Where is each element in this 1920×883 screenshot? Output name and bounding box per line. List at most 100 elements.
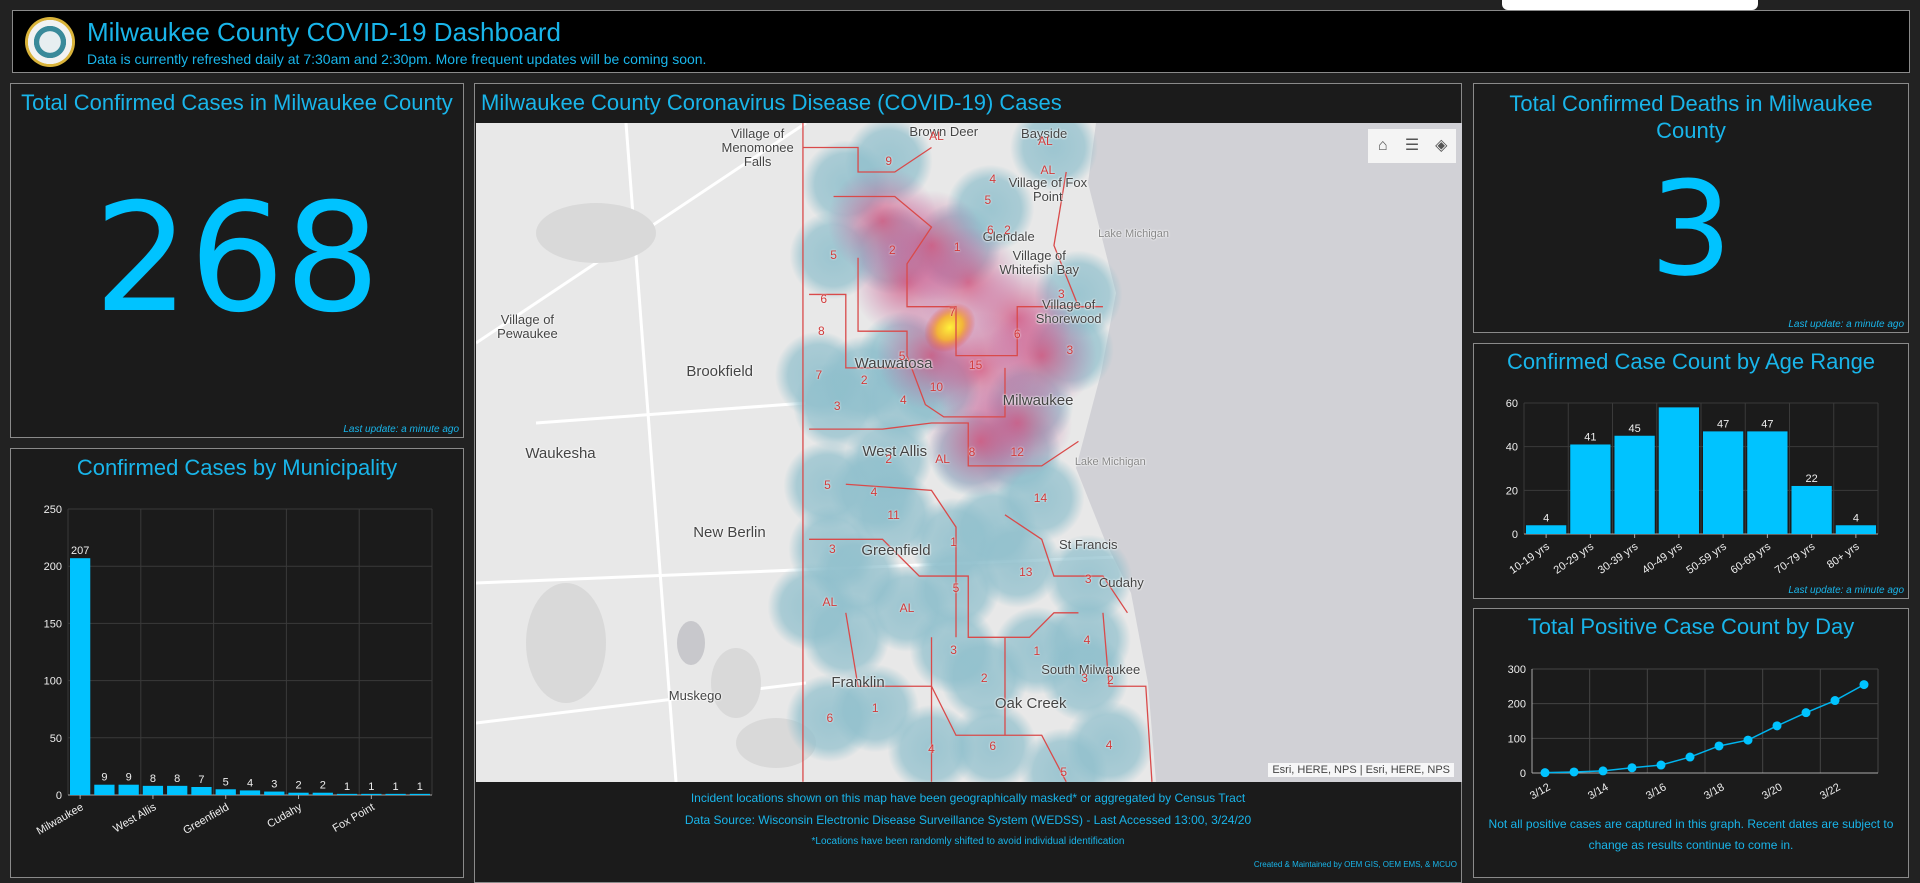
case-count-label[interactable]: 2	[885, 452, 892, 466]
case-count-label[interactable]: 5	[830, 248, 837, 262]
data-point	[1714, 741, 1724, 751]
case-count-label[interactable]: 3	[834, 399, 841, 413]
y-tick-label: 200	[44, 561, 62, 573]
case-count-label[interactable]: 6	[1014, 327, 1021, 341]
case-count-label[interactable]: 4	[900, 393, 907, 407]
x-tick-label: 3/20	[1760, 781, 1785, 802]
bar	[1658, 407, 1699, 534]
case-count-label[interactable]: 9	[885, 154, 892, 168]
case-count-label[interactable]: 3	[1058, 287, 1065, 301]
data-label: 5	[223, 776, 229, 788]
bar	[1570, 444, 1611, 534]
x-tick-label: 3/22	[1818, 781, 1843, 802]
case-count-label[interactable]: 2	[861, 373, 868, 387]
case-count-label[interactable]: AL	[1040, 163, 1055, 177]
map-footer-note: *Locations have been randomly shifted to…	[811, 836, 1125, 847]
data-label: 3	[271, 779, 277, 791]
case-count-label[interactable]: 6	[989, 739, 996, 753]
place-label: Milwaukee	[1002, 391, 1074, 409]
data-label: 7	[198, 774, 204, 786]
case-count-label[interactable]: AL	[935, 452, 950, 466]
bar	[118, 784, 139, 795]
map-attribution: Esri, HERE, NPS | Esri, HERE, NPS	[1268, 763, 1454, 777]
case-count-label[interactable]: 2	[981, 671, 988, 685]
age-bar-chart: 0204060410-19 yrs4120-29 yrs4530-39 yrs 4…	[1506, 398, 1879, 577]
case-count-label[interactable]: 5	[953, 581, 960, 595]
case-count-label[interactable]: 1	[872, 701, 879, 715]
bar	[1835, 525, 1876, 534]
case-count-label[interactable]: 14	[1034, 491, 1047, 505]
case-count-label[interactable]: 5	[1060, 765, 1067, 779]
case-count-label[interactable]: AL	[823, 595, 838, 609]
map-title: Milwaukee County Coronavirus Disease (CO…	[481, 90, 1062, 115]
legend-icon[interactable]: ☰	[1402, 136, 1422, 156]
x-tick-label: 3/12	[1528, 781, 1553, 802]
total-cases-panel: Total Confirmed Cases in Milwaukee Count…	[10, 83, 464, 438]
case-count-label[interactable]: 15	[969, 358, 982, 372]
x-tick-label: West Allis	[111, 801, 159, 835]
place-label: West Allis	[862, 443, 928, 461]
y-tick-label: 200	[1508, 699, 1526, 711]
road	[535, 401, 807, 425]
case-count-label[interactable]: AL	[1038, 134, 1053, 148]
case-count-label[interactable]: 1	[954, 240, 961, 254]
data-label: 47	[1761, 418, 1773, 430]
urban-area	[526, 583, 606, 703]
case-count-label[interactable]: 4	[871, 485, 878, 499]
case-count-label[interactable]: 3	[829, 542, 836, 556]
case-count-label[interactable]: 1	[1033, 644, 1040, 658]
case-count-label[interactable]: 5	[899, 349, 906, 363]
y-tick-label: 40	[1506, 442, 1518, 454]
data-label: 9	[101, 772, 107, 784]
bar	[361, 793, 382, 795]
data-label: 1	[417, 781, 423, 793]
bar	[336, 793, 358, 795]
case-count-label[interactable]: 4	[989, 172, 996, 186]
case-count-label[interactable]: 3	[1067, 343, 1074, 357]
cases-heatmap-map[interactable]: Village of Menomonee Falls Brown Deer Bays…	[476, 123, 1462, 782]
dashboard-subtitle: Data is currently refreshed daily at 7:3…	[87, 51, 707, 67]
case-count-label[interactable]: 3	[1085, 572, 1092, 586]
case-count-label[interactable]: AL	[900, 601, 915, 615]
place-label: Village of Whitefish Bay	[999, 248, 1079, 278]
case-count-label[interactable]: 2	[1107, 673, 1114, 687]
case-count-label[interactable]: 6	[827, 711, 834, 725]
place-label: Waukesha	[525, 445, 596, 463]
x-tick-label: Greenfield	[181, 801, 231, 837]
home-icon[interactable]: ⌂	[1373, 136, 1393, 156]
x-tick-label: Cudahy	[265, 801, 304, 831]
case-count-label[interactable]: 4	[928, 742, 935, 756]
case-count-label[interactable]: AL	[929, 129, 944, 143]
total-deaths-title: Total Confirmed Deaths in Milwaukee Coun…	[1509, 91, 1873, 143]
y-tick-label: 250	[44, 504, 62, 516]
case-count-label[interactable]: 4	[1106, 738, 1113, 752]
data-label: 41	[1584, 431, 1596, 443]
case-count-label[interactable]: 1	[950, 535, 957, 549]
case-count-label[interactable]: 4	[1084, 633, 1091, 647]
case-count-label[interactable]: 13	[1019, 565, 1032, 579]
case-count-label[interactable]: 10	[930, 380, 943, 394]
x-tick-label: 80+ yrs	[1825, 540, 1862, 571]
case-count-label[interactable]: 7	[949, 305, 956, 319]
case-count-label[interactable]: 5	[824, 478, 831, 492]
case-count-label[interactable]: 2	[889, 243, 896, 257]
case-count-label[interactable]: 3	[950, 643, 957, 657]
case-count-label[interactable]: 8	[818, 324, 825, 338]
case-count-label[interactable]: 11	[887, 508, 899, 522]
data-point	[1830, 696, 1840, 706]
case-count-label[interactable]: 12	[1011, 445, 1024, 459]
data-label: 207	[71, 545, 89, 557]
case-count-label[interactable]: 5	[984, 193, 991, 207]
case-count-label[interactable]: 6	[987, 223, 994, 237]
layers-icon[interactable]: ◈	[1431, 136, 1451, 156]
x-tick-label: 60-69 yrs	[1729, 540, 1774, 576]
case-count-label[interactable]: 3	[1081, 671, 1088, 685]
bar	[239, 790, 261, 795]
data-label: 45	[1629, 423, 1641, 435]
case-count-label[interactable]: 6	[820, 292, 827, 306]
case-count-label[interactable]: 7	[816, 368, 823, 382]
bar	[1703, 431, 1744, 534]
heat-blob-dense	[827, 165, 938, 276]
case-count-label[interactable]: 8	[969, 445, 976, 459]
case-count-label[interactable]: 2	[1004, 223, 1011, 237]
